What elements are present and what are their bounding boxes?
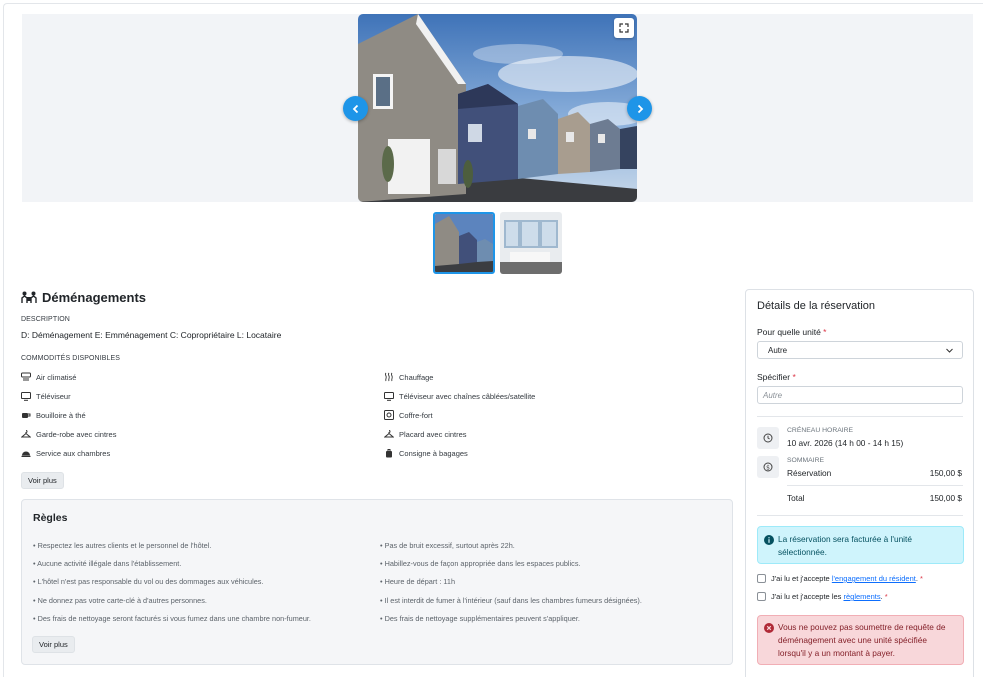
summary-item-amount: 150,00 $ [929, 468, 962, 478]
specify-input[interactable]: Autre [757, 386, 963, 404]
amenity-item: Service aux chambres [21, 448, 110, 458]
amenity-item: Bouilloire à thé [21, 410, 86, 420]
reservation-card: Détails de la réservation Pour quelle un… [745, 289, 974, 677]
room-service-icon [21, 448, 31, 458]
amenity-title-row: Déménagements [21, 290, 146, 305]
next-photo-button[interactable] [627, 96, 652, 121]
regulations-checkbox-row: J'ai lu et j'accepte les règlements. * [757, 592, 888, 601]
regulations-checkbox[interactable] [757, 592, 766, 601]
summary-caption: SOMMAIRE [787, 457, 825, 464]
chevron-left-icon [352, 104, 358, 113]
rules-card: Règles • Respectez les autres clients et… [21, 499, 733, 665]
dollar-icon: $ [757, 456, 779, 478]
description-text: D: Déménagement E: Emménagement C: Copro… [21, 330, 282, 340]
rule-item: • Pas de bruit excessif, surtout après 2… [380, 541, 515, 550]
amenity-item: Consigne à bagages [384, 448, 468, 458]
clock-icon [757, 427, 779, 449]
slot-value: 10 avr. 2026 (14 h 00 - 14 h 15) [787, 438, 904, 448]
tv-icon [384, 391, 394, 401]
rule-item: • Des frais de nettoyage seront facturés… [33, 614, 311, 623]
rule-item: • Ne donnez pas votre carte-clé à d'autr… [33, 596, 207, 605]
main-photo [358, 14, 637, 202]
expand-icon [619, 23, 629, 33]
chevron-down-icon [946, 348, 953, 353]
air-conditioner-icon [21, 372, 31, 382]
error-alert: Vous ne pouvez pas soumettre de requête … [757, 615, 964, 665]
kettle-icon [21, 410, 31, 420]
specify-label: Spécifier * [757, 372, 796, 382]
info-icon [764, 535, 774, 545]
regulations-link[interactable]: règlements [843, 592, 880, 601]
amenity-item: Air climatisé [21, 372, 76, 382]
resident-commitment-checkbox-row: J'ai lu et j'accepte l'engagement du rés… [757, 574, 923, 583]
amenity-item: Chauffage [384, 372, 433, 382]
amenities-label: COMMODITÉS DISPONIBLES [21, 355, 121, 362]
svg-text:$: $ [766, 464, 770, 471]
total-label: Total [787, 493, 805, 503]
page-title: Déménagements [42, 290, 147, 305]
amenity-item: Téléviseur avec chaînes câblées/satellit… [384, 391, 535, 401]
divider [757, 416, 963, 417]
divider [757, 515, 963, 516]
previous-photo-button[interactable] [343, 96, 368, 121]
resident-commitment-link[interactable]: l'engagement du résident [832, 574, 916, 583]
rule-item: • Il est interdit de fumer à l'intérieur… [380, 596, 642, 605]
rule-item: • Habillez-vous de façon appropriée dans… [380, 559, 581, 568]
resident-commitment-checkbox[interactable] [757, 574, 766, 583]
unit-select[interactable]: Autre [757, 341, 963, 359]
amenity-item: Placard avec cintres [384, 429, 467, 439]
thumbnail-2[interactable] [500, 212, 562, 274]
divider [787, 485, 963, 486]
description-label: DESCRIPTION [21, 316, 70, 323]
amenity-item: Coffre-fort [384, 410, 433, 420]
summary-item: Réservation [787, 468, 832, 478]
safe-icon [384, 410, 394, 420]
amenity-item: Téléviseur [21, 391, 71, 401]
thumbnail-1[interactable] [433, 212, 495, 274]
unit-label: Pour quelle unité * [757, 327, 827, 337]
hanger-icon [21, 429, 31, 439]
rules-title: Règles [33, 512, 68, 524]
expand-button[interactable] [614, 18, 634, 38]
rule-item: • Respectez les autres clients et le per… [33, 541, 212, 550]
tv-icon [21, 391, 31, 401]
luggage-icon [384, 448, 394, 458]
slot-caption: CRÉNEAU HORAIRE [787, 427, 854, 434]
hanger-icon [384, 429, 394, 439]
rule-item: • Aucune activité illégale dans l'établi… [33, 559, 182, 568]
rule-item: • L'hôtel n'est pas responsable du vol o… [33, 577, 264, 586]
heat-icon [384, 372, 394, 382]
see-more-amenities-button[interactable]: Voir plus [21, 472, 64, 489]
people-moving-icon [21, 291, 37, 303]
amenity-item: Garde-robe avec cintres [21, 429, 116, 439]
reservation-title: Détails de la réservation [757, 300, 876, 312]
see-more-rules-button[interactable]: Voir plus [32, 636, 75, 653]
error-icon [764, 623, 774, 633]
chevron-right-icon [637, 104, 643, 113]
rule-item: • Des frais de nettoyage supplémentaires… [380, 614, 580, 623]
total-amount: 150,00 $ [929, 493, 962, 503]
rule-item: • Heure de départ : 11h [380, 577, 456, 586]
billing-info-alert: La réservation sera facturée à l'unité s… [757, 526, 964, 564]
